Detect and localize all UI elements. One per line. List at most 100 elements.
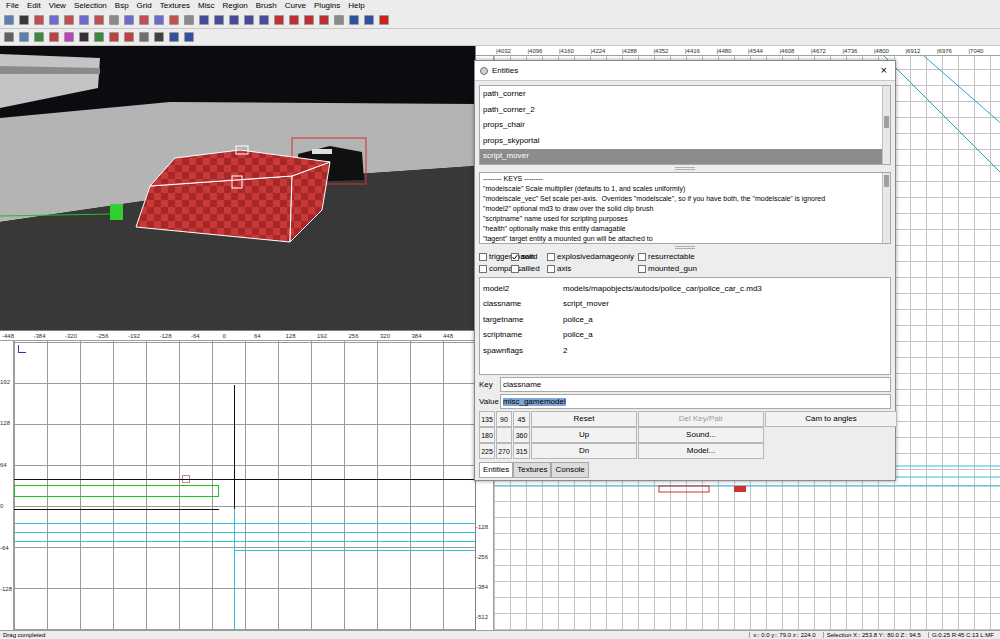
angle-button[interactable]	[496, 427, 512, 443]
camera-view[interactable]	[0, 46, 475, 330]
action-button[interactable]: Model...	[638, 443, 764, 459]
action-button[interactable]: Dn	[531, 443, 637, 459]
checkbox[interactable]	[638, 253, 646, 261]
checkbox[interactable]	[479, 265, 487, 273]
tool-button-icon[interactable]	[94, 15, 104, 25]
menu-item[interactable]: Misc	[194, 2, 218, 10]
scrollbar-thumb[interactable]	[884, 175, 889, 187]
class-item[interactable]: script_mover	[480, 149, 882, 165]
checkbox[interactable]	[547, 253, 555, 261]
flag-option[interactable]: compass	[479, 265, 511, 273]
key-value-row[interactable]: classnamescript_mover	[480, 297, 890, 313]
tool-button-icon[interactable]	[334, 15, 344, 25]
scrollbar[interactable]	[882, 86, 890, 164]
key-value-row[interactable]: targetnamepolice_a	[480, 312, 890, 328]
tool-button-icon[interactable]	[139, 15, 149, 25]
key-input[interactable]: classname	[500, 377, 891, 392]
menu-item[interactable]: View	[45, 2, 70, 10]
menu-item[interactable]: Selection	[70, 2, 111, 10]
tool-button-icon[interactable]	[349, 15, 359, 25]
menu-item[interactable]: Edit	[23, 2, 45, 10]
tool-button-icon[interactable]	[169, 32, 179, 42]
tab[interactable]: Console	[551, 462, 588, 478]
tool-button-icon[interactable]	[184, 15, 194, 25]
action-button[interactable]: Up	[531, 427, 637, 443]
grid-canvas[interactable]	[14, 341, 475, 630]
checkbox[interactable]	[547, 265, 555, 273]
angle-button[interactable]: 90	[496, 411, 512, 427]
splitter[interactable]	[675, 246, 695, 249]
class-item[interactable]: path_corner_2	[480, 102, 882, 118]
key-value-list[interactable]: model2models/mapobjects/autods/police_ca…	[479, 277, 891, 375]
tool-button-icon[interactable]	[19, 15, 29, 25]
menu-item[interactable]: Textures	[156, 2, 194, 10]
scrollbar[interactable]	[882, 173, 890, 243]
class-list[interactable]: path_cornerpath_corner_2props_chairprops…	[479, 85, 891, 165]
flag-option[interactable]: triggerspawn	[479, 253, 511, 261]
tool-button-icon[interactable]	[154, 15, 164, 25]
tool-button-icon[interactable]	[139, 32, 149, 42]
flag-option[interactable]: mounted_gun	[638, 265, 891, 273]
tool-button-icon[interactable]	[289, 15, 299, 25]
checkbox[interactable]	[479, 253, 487, 261]
tool-button-icon[interactable]	[244, 15, 254, 25]
tool-button-icon[interactable]	[34, 15, 44, 25]
angle-button[interactable]: 45	[513, 411, 530, 427]
tool-button-icon[interactable]	[64, 32, 74, 42]
tool-button-icon[interactable]	[214, 15, 224, 25]
splitter[interactable]	[675, 167, 695, 170]
tool-button-icon[interactable]	[124, 32, 134, 42]
menu-item[interactable]: Grid	[133, 2, 156, 10]
angle-button[interactable]: 270	[496, 443, 512, 459]
checkbox[interactable]	[511, 265, 519, 273]
tool-button-icon[interactable]	[169, 15, 179, 25]
tool-button-icon[interactable]	[79, 32, 89, 42]
class-item[interactable]: props_skyportal	[480, 133, 882, 149]
tool-button-icon[interactable]	[19, 32, 29, 42]
class-item[interactable]: props_chair	[480, 118, 882, 134]
tool-button-icon[interactable]	[34, 32, 44, 42]
menu-item[interactable]: Bsp	[111, 2, 133, 10]
menu-item[interactable]: Plugins	[310, 2, 344, 10]
angle-button[interactable]: 225	[479, 443, 495, 459]
menu-item[interactable]: Help	[344, 2, 368, 10]
flag-option[interactable]: resurrectable	[638, 253, 891, 261]
tool-button-icon[interactable]	[49, 32, 59, 42]
tab[interactable]: Entities	[479, 462, 513, 478]
tool-button-icon[interactable]	[199, 15, 209, 25]
tool-button-icon[interactable]	[4, 15, 14, 25]
class-item[interactable]: path_corner	[480, 87, 882, 103]
tool-button-icon[interactable]	[4, 32, 14, 42]
tool-button-icon[interactable]	[184, 32, 194, 42]
menu-item[interactable]: Brush	[252, 2, 281, 10]
angle-button[interactable]: 315	[513, 443, 530, 459]
checkbox[interactable]	[638, 265, 646, 273]
angle-button[interactable]: 135	[479, 411, 495, 427]
tool-button-icon[interactable]	[109, 32, 119, 42]
key-value-row[interactable]: scriptnamepolice_a	[480, 328, 890, 344]
tool-button-icon[interactable]	[304, 15, 314, 25]
tool-button-icon[interactable]	[124, 15, 134, 25]
flag-option[interactable]: explosivedamageonly	[547, 253, 638, 261]
grid-view-xy[interactable]: -448-384-320-256-192-128-640641281922563…	[0, 330, 475, 630]
menu-item[interactable]: File	[2, 2, 23, 10]
flag-option[interactable]: allied	[511, 265, 547, 273]
value-input[interactable]: misc_gamemodel	[500, 394, 891, 409]
tool-button-icon[interactable]	[259, 15, 269, 25]
checkbox[interactable]	[511, 253, 519, 261]
action-button[interactable]: Cam to angles	[765, 411, 897, 427]
tool-button-icon[interactable]	[229, 15, 239, 25]
tool-button-icon[interactable]	[94, 32, 104, 42]
tool-button-icon[interactable]	[379, 15, 389, 25]
flag-option[interactable]: axis	[547, 265, 638, 273]
dialog-title-bar[interactable]: Entities×	[475, 61, 895, 81]
tool-button-icon[interactable]	[109, 15, 119, 25]
tab[interactable]: Textures	[513, 462, 551, 478]
action-button[interactable]: Sound...	[638, 427, 764, 443]
menu-item[interactable]: Region	[218, 2, 251, 10]
tool-button-icon[interactable]	[319, 15, 329, 25]
tool-button-icon[interactable]	[64, 15, 74, 25]
tool-button-icon[interactable]	[364, 15, 374, 25]
scrollbar-thumb[interactable]	[884, 116, 889, 128]
entities-dialog[interactable]: Entities× path_cornerpath_corner_2props_c…	[474, 60, 896, 481]
